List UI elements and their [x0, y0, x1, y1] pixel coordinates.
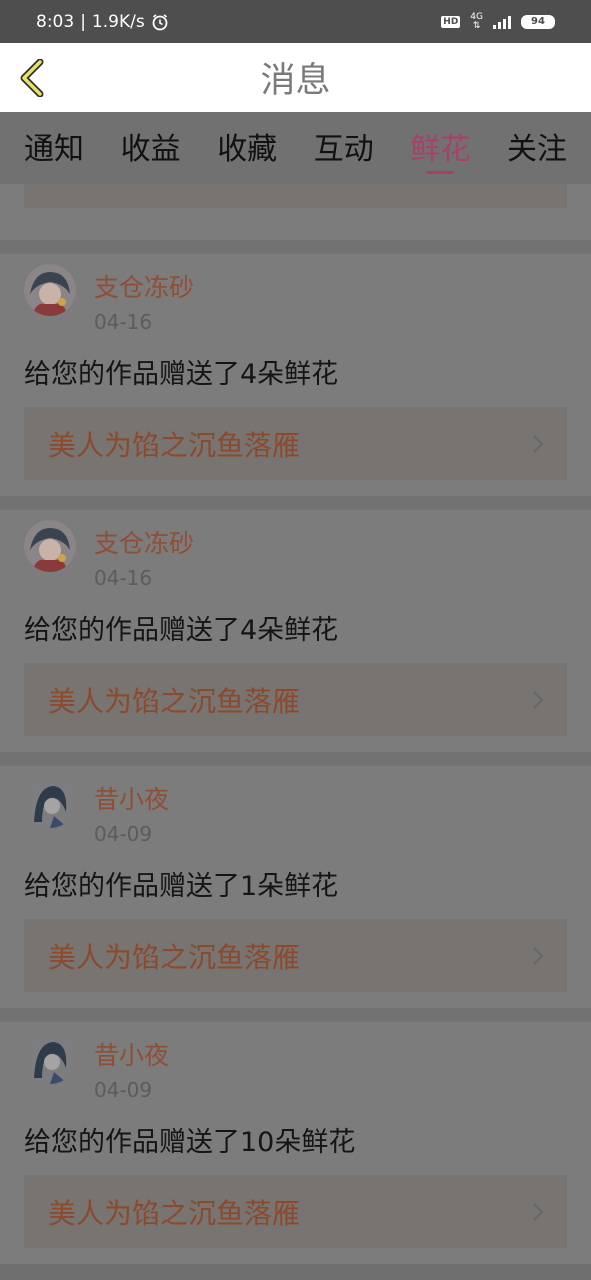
- username[interactable]: 支仓冻砂: [94, 268, 194, 304]
- data-arrows-icon: ⇅: [472, 20, 481, 31]
- message-text: 给您的作品赠送了1朵鲜花: [24, 871, 339, 902]
- back-arrow-icon: [20, 59, 44, 97]
- alarm-icon: [152, 13, 168, 30]
- battery-icon: 94: [521, 14, 555, 29]
- status-separator: |: [80, 11, 86, 32]
- tab-bar: 通知 收益 收藏 互动 鲜花 关注: [0, 112, 591, 184]
- message-date: 04-16: [94, 310, 153, 334]
- status-bar: 8:03 | 1.9K/s HD 4G ⇅ 94: [0, 0, 591, 43]
- signal-icon: [493, 15, 511, 29]
- message-date: 04-16: [94, 566, 153, 590]
- list-item: 昔小夜 04-09 给您的作品赠送了1朵鲜花 美人为馅之沉鱼落雁: [0, 752, 591, 1008]
- message-date: 04-09: [94, 822, 153, 846]
- work-link[interactable]: [24, 184, 567, 208]
- list-item: [0, 184, 591, 240]
- avatar-girl-icon: [24, 776, 76, 828]
- back-button[interactable]: [14, 59, 50, 97]
- work-title: 美人为馅之沉鱼落雁: [48, 428, 301, 462]
- list-item: 支仓冻砂 04-16 给您的作品赠送了4朵鲜花 美人为馅之沉鱼落雁: [0, 240, 591, 496]
- message-date: 04-09: [94, 1078, 153, 1102]
- page-title: 消息: [260, 61, 331, 101]
- list-item: 昔小夜 04-09 给您的作品赠送了10朵鲜花 美人为馅之沉鱼落雁: [0, 1008, 591, 1264]
- avatar-anime-icon: [24, 264, 76, 316]
- message-text: 给您的作品赠送了4朵鲜花: [24, 615, 339, 646]
- header-bar: 消息: [0, 43, 591, 112]
- username[interactable]: 昔小夜: [94, 1036, 169, 1072]
- tab-flowers[interactable]: 鲜花: [410, 112, 470, 184]
- tab-notifications[interactable]: 通知: [24, 112, 84, 184]
- chevron-right-icon: [533, 946, 544, 965]
- avatar-girl-icon: [24, 1032, 76, 1084]
- avatar[interactable]: [24, 1032, 76, 1084]
- message-text: 给您的作品赠送了10朵鲜花: [24, 1127, 356, 1158]
- avatar[interactable]: [24, 520, 76, 572]
- tab-earnings[interactable]: 收益: [121, 112, 181, 184]
- chevron-right-icon: [533, 1202, 544, 1221]
- tab-interactions[interactable]: 互动: [314, 112, 374, 184]
- hd-badge: HD: [441, 15, 461, 28]
- list-item: 支仓冻砂 04-16 给您的作品赠送了4朵鲜花 美人为馅之沉鱼落雁: [0, 496, 591, 752]
- work-title: 美人为馅之沉鱼落雁: [48, 940, 301, 974]
- message-list: 支仓冻砂 04-16 给您的作品赠送了4朵鲜花 美人为馅之沉鱼落雁 支仓冻砂 0…: [0, 184, 591, 1264]
- status-time: 8:03: [36, 11, 75, 32]
- message-text: 给您的作品赠送了4朵鲜花: [24, 359, 339, 390]
- work-title: 美人为馅之沉鱼落雁: [48, 1196, 301, 1230]
- work-link[interactable]: 美人为馅之沉鱼落雁: [24, 1175, 567, 1248]
- username[interactable]: 支仓冻砂: [94, 524, 194, 560]
- work-link[interactable]: 美人为馅之沉鱼落雁: [24, 407, 567, 480]
- network-type: 4G ⇅: [470, 11, 483, 31]
- battery-level: 94: [531, 16, 545, 27]
- work-link[interactable]: 美人为馅之沉鱼落雁: [24, 919, 567, 992]
- username[interactable]: 昔小夜: [94, 780, 169, 816]
- work-title: 美人为馅之沉鱼落雁: [48, 684, 301, 718]
- work-link[interactable]: 美人为馅之沉鱼落雁: [24, 663, 567, 736]
- tab-following[interactable]: 关注: [507, 112, 567, 184]
- status-speed: 1.9K/s: [91, 11, 145, 32]
- tab-favorites[interactable]: 收藏: [217, 112, 277, 184]
- avatar[interactable]: [24, 776, 76, 828]
- chevron-right-icon: [533, 690, 544, 709]
- avatar-anime-icon: [24, 520, 76, 572]
- avatar[interactable]: [24, 264, 76, 316]
- chevron-right-icon: [533, 434, 544, 453]
